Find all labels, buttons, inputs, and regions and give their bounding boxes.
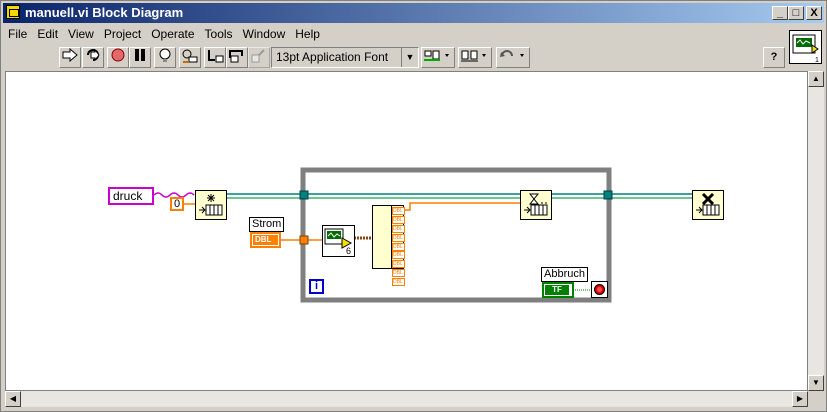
horizontal-scrollbar[interactable]: ◀ ▶ <box>5 391 808 407</box>
highlight-execution-button[interactable] <box>154 47 176 68</box>
write-icon <box>524 193 548 216</box>
distribute-icon <box>461 50 486 62</box>
context-help-button[interactable]: ? <box>763 47 785 68</box>
pause-button[interactable] <box>129 47 151 68</box>
abbruch-label: Abbruch <box>541 267 588 282</box>
step-into-button[interactable] <box>204 47 226 68</box>
reorder-objects-button[interactable] <box>496 47 530 68</box>
run-arrow-icon <box>62 47 78 63</box>
constant-value: 0 <box>173 198 181 210</box>
highlight-bulb-icon <box>159 48 171 62</box>
step-over-button[interactable] <box>226 47 248 68</box>
align-icon <box>424 50 449 61</box>
close-x-icon <box>696 192 720 216</box>
strom-control-terminal[interactable]: DBL <box>250 232 281 248</box>
run-continuously-button[interactable] <box>82 47 104 68</box>
stop-icon <box>594 284 605 295</box>
chevron-down-icon: ▼ <box>401 48 418 67</box>
menu-project[interactable]: Project <box>99 25 146 41</box>
labview-app-icon <box>6 5 20 19</box>
strom-label: Strom <box>249 217 285 232</box>
close-button[interactable]: X <box>806 6 822 20</box>
scroll-left-button[interactable]: ◀ <box>5 391 21 407</box>
block-diagram-canvas[interactable]: druck 0 Strom DBL 6 DBL DBL DBL DBL DBL … <box>5 71 808 391</box>
loop-tunnel-right[interactable] <box>603 190 613 200</box>
loop-tunnel-strom[interactable] <box>299 235 309 245</box>
express-subvi[interactable]: 6 <box>322 225 355 257</box>
cluster-field: DBL <box>392 233 405 242</box>
cluster-field: DBL <box>392 215 405 224</box>
vi-connector-icon[interactable]: 1 <box>789 30 822 64</box>
scroll-right-button[interactable]: ▶ <box>792 391 808 407</box>
menu-window[interactable]: Window <box>238 25 291 41</box>
maximize-button[interactable]: □ <box>788 6 804 20</box>
menu-operate[interactable]: Operate <box>146 25 199 41</box>
cluster-field: DBL <box>392 207 405 215</box>
cluster-field: DBL <box>392 224 405 233</box>
menu-file[interactable]: File <box>3 25 32 41</box>
step-into-icon <box>208 50 224 63</box>
run-continuous-icon <box>87 48 100 62</box>
cluster-field: DBL <box>392 242 405 251</box>
menu-edit[interactable]: Edit <box>32 25 63 41</box>
abbruch-type: TF <box>545 285 569 295</box>
cluster-field: DBL <box>392 260 405 269</box>
write-wire <box>404 202 520 211</box>
unbundle-node[interactable]: DBL DBL DBL DBL DBL DBL DBL DBL DBL <box>372 205 405 287</box>
step-over-icon <box>229 50 243 63</box>
run-button[interactable] <box>59 47 81 68</box>
step-out-icon <box>251 49 265 63</box>
labview-window: manuell.vi Block Diagram _ □ X File Edit V… <box>0 0 827 412</box>
close-node[interactable] <box>692 190 724 220</box>
menu-tools[interactable]: Tools <box>200 25 238 41</box>
pause-icon <box>135 49 145 61</box>
cluster-field: DBL <box>392 269 405 278</box>
window-title: manuell.vi Block Diagram <box>25 5 184 20</box>
scroll-up-button[interactable]: ▲ <box>808 71 824 87</box>
align-objects-button[interactable] <box>421 47 455 68</box>
title-bar[interactable]: manuell.vi Block Diagram _ □ X <box>3 3 824 23</box>
abort-button[interactable] <box>107 47 129 68</box>
scroll-down-button[interactable]: ▼ <box>808 375 824 391</box>
menu-bar: File Edit View Project Operate Tools Window Hel… <box>3 25 783 45</box>
cluster-fields: DBL DBL DBL DBL DBL DBL DBL DBL DBL <box>392 207 405 287</box>
loop-tunnel-left[interactable] <box>299 190 309 200</box>
minimize-button[interactable]: _ <box>772 6 788 20</box>
vertical-scrollbar[interactable]: ▲ ▼ <box>808 71 824 391</box>
font-selector-value: 13pt Application Font <box>276 50 389 64</box>
iteration-label: i <box>314 280 319 292</box>
toolbar: 13pt Application Font ▼ ? <box>3 46 785 72</box>
druck-label: druck <box>113 189 143 203</box>
abbruch-control-terminal[interactable]: TF <box>542 282 574 298</box>
subvi-number: 6 <box>346 246 352 256</box>
initialize-icon <box>199 194 223 216</box>
distribute-objects-button[interactable] <box>458 47 492 68</box>
help-icon: ? <box>770 51 778 63</box>
diagram-wires <box>153 167 695 303</box>
cluster-field: DBL <box>392 251 405 260</box>
menu-view[interactable]: View <box>63 25 99 41</box>
retain-wire-icon <box>182 49 198 63</box>
initialize-node[interactable] <box>195 190 227 220</box>
step-out-button[interactable] <box>248 47 270 68</box>
druck-local-variable[interactable]: druck <box>108 187 154 205</box>
abort-icon <box>111 48 125 62</box>
svg-text:1: 1 <box>815 57 819 63</box>
loop-condition-terminal[interactable] <box>591 281 608 298</box>
numeric-constant[interactable]: 0 <box>170 197 184 211</box>
write-node[interactable] <box>520 190 552 220</box>
retain-wire-values-button[interactable] <box>179 47 201 68</box>
menu-help[interactable]: Help <box>290 25 325 41</box>
font-selector[interactable]: 13pt Application Font ▼ <box>271 47 419 68</box>
cluster-field: DBL <box>392 278 405 287</box>
strom-type: DBL <box>253 235 278 245</box>
reorder-icon <box>500 50 524 57</box>
iteration-terminal: i <box>309 279 324 294</box>
